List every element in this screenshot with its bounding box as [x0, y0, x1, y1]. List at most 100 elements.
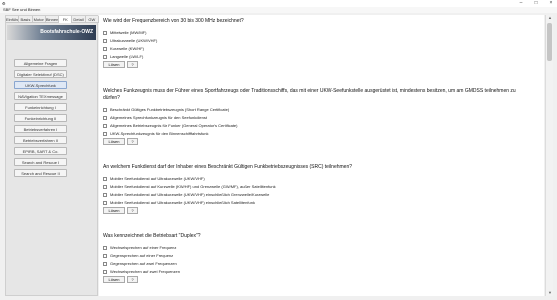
solve-button[interactable]: Lösen — [103, 61, 125, 68]
question-text: An welchem Funkdienst darf der Inhaber e… — [103, 164, 353, 170]
answer-checkbox[interactable] — [103, 245, 107, 250]
nav-ukw-sprechfunk[interactable]: UKW-Sprechfunk — [14, 81, 67, 89]
answer-options: Mittelwelle (MW/MF) Ultrakurzwelle (UKW/… — [103, 29, 533, 60]
question-block: Was kennzeichnet die Betriebsart "Duplex… — [103, 233, 533, 283]
answer-label: Wechselsprechen auf einer Frequenz — [110, 245, 177, 250]
answer-checkbox[interactable] — [103, 192, 107, 197]
topic-nav: Allgemeine Fragen Digitaler Selektivruf … — [14, 59, 67, 180]
nav-dsc[interactable]: Digitaler Selektivruf (DSC) — [14, 70, 67, 78]
scroll-thumb[interactable] — [547, 23, 552, 61]
tab-binnen[interactable]: Binnen — [45, 16, 60, 23]
answer-option[interactable]: Mobiler Seefunkdienst auf Ultrakurzwelle… — [103, 191, 533, 198]
tab-einfuehrung[interactable]: Einführung — [6, 16, 20, 23]
help-button[interactable]: ? — [127, 276, 138, 283]
answer-option[interactable]: Gegensprechen auf einer Frequenz — [103, 252, 533, 259]
banner-title: Bootsfahrschule-OWZ — [40, 29, 93, 35]
answer-option[interactable]: Allgemeines Sprechfunkzeugnis für den Se… — [103, 114, 533, 121]
answer-label: Gegensprechen auf einer Frequenz — [110, 253, 174, 258]
nav-epirb-sart[interactable]: EPIRB, SART & Co. — [14, 147, 67, 155]
answer-option[interactable]: Beschränkt Gültiges Funkbetriebszeugnis … — [103, 106, 533, 113]
solve-button[interactable]: Lösen — [103, 276, 125, 283]
answer-option[interactable]: Mobiler Seefunkdienst auf Kurzwelle (KW/… — [103, 183, 533, 190]
tab-gw[interactable]: GW — [85, 16, 99, 23]
question-buttons: Lösen ? — [103, 207, 533, 214]
answer-checkbox[interactable] — [103, 54, 107, 59]
answer-checkbox[interactable] — [103, 269, 107, 274]
answer-label: Mobiler Seefunkdienst auf Kurzwelle (KW/… — [110, 184, 276, 189]
close-button[interactable]: × — [547, 0, 555, 7]
tab-basis[interactable]: Basis — [19, 16, 33, 23]
answer-checkbox[interactable] — [103, 176, 107, 181]
menubar: SBF See und Binnen — [0, 7, 557, 13]
question-block: Welches Funkzeugnis muss der Führer eine… — [103, 88, 533, 145]
nav-search-rescue-1[interactable]: Search and Rescue I — [14, 158, 67, 166]
answer-option[interactable]: Allgemeines Betriebszeugnis für Funker (… — [103, 122, 533, 129]
answer-option[interactable]: Mobiler Seefunkdienst auf Ultrakurzwelle… — [103, 175, 533, 182]
help-button[interactable]: ? — [127, 207, 138, 214]
tab-bar: Einführung Basis Motor Binnen FK Detail … — [6, 16, 99, 23]
answer-checkbox[interactable] — [103, 30, 107, 35]
solve-button[interactable]: Lösen — [103, 207, 125, 214]
left-panel: Einführung Basis Motor Binnen FK Detail … — [5, 15, 99, 296]
answer-checkbox[interactable] — [103, 115, 107, 120]
scroll-down-arrow-icon[interactable]: ▼ — [546, 290, 554, 296]
answer-options: Mobiler Seefunkdienst auf Ultrakurzwelle… — [103, 175, 533, 206]
menubar-label[interactable]: SBF See und Binnen — [3, 7, 40, 12]
school-banner: Bootsfahrschule-OWZ — [7, 25, 96, 40]
tab-fk[interactable]: FK — [59, 16, 73, 23]
answer-option[interactable]: Mittelwelle (MW/MF) — [103, 29, 533, 36]
answer-options: Wechselsprechen auf einer Frequenz Gegen… — [103, 244, 533, 275]
answer-label: Wechselsprechen auf zwei Frequenzen — [110, 269, 180, 274]
window-controls: – □ × — [517, 0, 555, 7]
question-text: Was kennzeichnet die Betriebsart "Duplex… — [103, 233, 201, 239]
answer-option[interactable]: Wechselsprechen auf einer Frequenz — [103, 244, 533, 251]
answer-checkbox[interactable] — [103, 200, 107, 205]
app-icon: ⚙ — [2, 1, 6, 6]
answer-option[interactable]: Langwelle (LW/LF) — [103, 53, 533, 60]
tab-motor[interactable]: Motor — [32, 16, 46, 23]
help-button[interactable]: ? — [127, 138, 138, 145]
answer-label: Mittelwelle (MW/MF) — [110, 30, 147, 35]
answer-option[interactable]: Kurzwelle (KW/HF) — [103, 45, 533, 52]
answer-checkbox[interactable] — [103, 46, 107, 51]
answer-label: Mobiler Seefunkdienst auf Ultrakurzwelle… — [110, 176, 205, 181]
answer-option[interactable]: Mobiler Seefunkdienst auf Ultrakurzwelle… — [103, 199, 533, 206]
answer-option[interactable]: UKW-Sprechfunkzeugnis für den Binnenschi… — [103, 130, 533, 137]
nav-funkeinrichtung-1[interactable]: Funkeinrichtung I — [14, 103, 67, 111]
answer-options: Beschränkt Gültiges Funkbetriebszeugnis … — [103, 106, 533, 137]
answer-label: Kurzwelle (KW/HF) — [110, 46, 145, 51]
answer-label: Beschränkt Gültiges Funkbetriebszeugnis … — [110, 107, 230, 112]
scroll-up-arrow-icon[interactable]: ▲ — [546, 15, 554, 21]
answer-checkbox[interactable] — [103, 131, 107, 136]
question-buttons: Lösen ? — [103, 61, 533, 68]
answer-checkbox[interactable] — [103, 261, 107, 266]
help-button[interactable]: ? — [127, 61, 138, 68]
answer-option[interactable]: Ultrakurzwelle (UKW/VHF) — [103, 37, 533, 44]
question-block: Wie wird der Frequenzbereich von 30 bis … — [103, 18, 533, 68]
answer-checkbox[interactable] — [103, 184, 107, 189]
answer-checkbox[interactable] — [103, 38, 107, 43]
nav-betriebsverfahren-2[interactable]: Betriebsverfahren II — [14, 136, 67, 144]
nav-search-rescue-2[interactable]: Search and Rescue II — [14, 169, 67, 177]
question-text: Welches Funkzeugnis muss der Führer eine… — [103, 88, 516, 101]
answer-checkbox[interactable] — [103, 253, 107, 258]
minimize-button[interactable]: – — [517, 0, 525, 7]
vertical-scrollbar[interactable]: ▲ ▼ — [545, 15, 553, 296]
question-area: Wie wird der Frequenzbereich von 30 bis … — [99, 15, 544, 296]
answer-label: Ultrakurzwelle (UKW/VHF) — [110, 38, 158, 43]
window-titlebar: ⚙ – □ × — [0, 0, 557, 7]
answer-checkbox[interactable] — [103, 107, 107, 112]
answer-label: Mobiler Seefunkdienst auf Ultrakurzwelle… — [110, 200, 255, 205]
answer-label: Allgemeines Betriebszeugnis für Funker (… — [110, 123, 238, 128]
answer-label: Gegensprechen auf zwei Frequenzen — [110, 261, 177, 266]
nav-allgemeine-fragen[interactable]: Allgemeine Fragen — [14, 59, 67, 67]
answer-option[interactable]: Wechselsprechen auf zwei Frequenzen — [103, 268, 533, 275]
maximize-button[interactable]: □ — [532, 0, 540, 7]
nav-funkeinrichtung-2[interactable]: Funkeinrichtung II — [14, 114, 67, 122]
tab-detail[interactable]: Detail — [72, 16, 86, 23]
answer-option[interactable]: Gegensprechen auf zwei Frequenzen — [103, 260, 533, 267]
nav-betriebsverfahren-1[interactable]: Betriebsverfahren I — [14, 125, 67, 133]
solve-button[interactable]: Lösen — [103, 138, 125, 145]
nav-navtex[interactable]: NAVigation TEXmessage — [14, 92, 67, 100]
answer-checkbox[interactable] — [103, 123, 107, 128]
